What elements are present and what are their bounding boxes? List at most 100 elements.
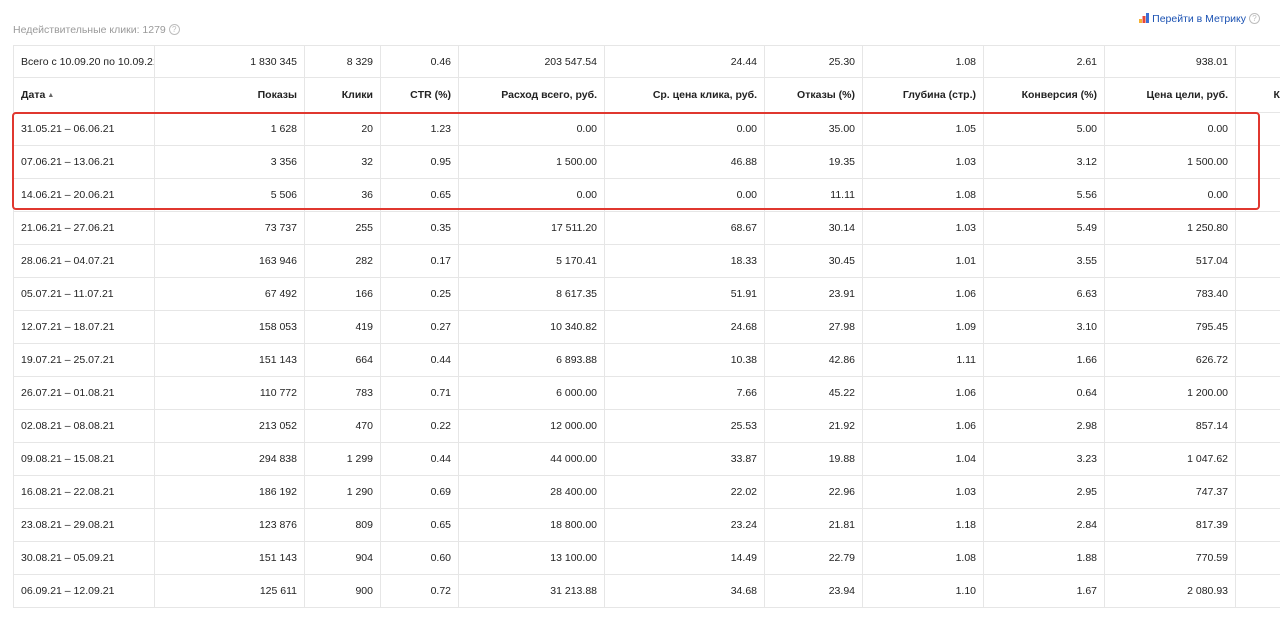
total-cell: 217 xyxy=(1235,45,1280,78)
table-cell: 28 400.00 xyxy=(458,475,605,509)
question-circle-icon[interactable]: ? xyxy=(1249,13,1260,24)
table-cell: 16.08.21 – 22.08.21 xyxy=(13,475,155,509)
column-header-label[interactable]: Дата xyxy=(21,89,45,101)
table-cell: 110 772 xyxy=(154,376,305,410)
column-header-label[interactable]: Конверсия (%) xyxy=(1022,89,1097,101)
total-cell: 1.08 xyxy=(862,45,984,78)
table-cell: 900 xyxy=(304,574,381,608)
table-cell: 32 xyxy=(304,145,381,179)
table-cell: 10 xyxy=(1235,244,1280,278)
table-cell: 1.10 xyxy=(862,574,984,608)
table-cell: 21.81 xyxy=(764,508,863,542)
column-header-label[interactable]: Ср. цена клика, руб. xyxy=(653,89,757,101)
table-cell: 18.33 xyxy=(604,244,765,278)
table-cell: 30.45 xyxy=(764,244,863,278)
question-circle-icon[interactable]: ? xyxy=(168,24,180,35)
column-header[interactable]: Расход всего, руб. xyxy=(458,77,605,113)
table-cell: 0.00 xyxy=(604,178,765,212)
table-row: 09.08.21 – 15.08.21 294 838 1 299 0.44 44 00… xyxy=(13,442,1280,476)
table-cell: 28.06.21 – 04.07.21 xyxy=(13,244,155,278)
column-header[interactable]: Отказы (%) xyxy=(764,77,863,113)
table-cell: 0.27 xyxy=(380,310,459,344)
column-header[interactable]: Показы xyxy=(154,77,305,113)
table-cell: 0.00 xyxy=(604,112,765,146)
table-cell: 1 628 xyxy=(154,112,305,146)
table-cell: 3 356 xyxy=(154,145,305,179)
table-cell: 5 506 xyxy=(154,178,305,212)
table-row: 12.07.21 – 18.07.21 158 053 419 0.27 10 340.… xyxy=(13,310,1280,344)
column-header-label[interactable]: Цена цели, руб. xyxy=(1146,89,1228,101)
table-cell: 0.35 xyxy=(380,211,459,245)
table-cell: 5.56 xyxy=(983,178,1105,212)
total-cell: 0.46 xyxy=(380,45,459,78)
total-row: Всего с 10.09.20 по 10.09.21 1 830 345 8 3… xyxy=(13,45,1280,78)
column-header[interactable]: Конверсии xyxy=(1235,77,1280,113)
table-cell: 294 838 xyxy=(154,442,305,476)
table-cell: 36 xyxy=(304,178,381,212)
sort-ascending-icon[interactable]: ▲ xyxy=(47,92,54,99)
table-cell: 07.06.21 – 13.06.21 xyxy=(13,145,155,179)
table-cell: 13 xyxy=(1235,310,1280,344)
table-row: 30.08.21 – 05.09.21 151 143 904 0.60 13 100.… xyxy=(13,541,1280,575)
column-header[interactable]: Ср. цена клика, руб. xyxy=(604,77,765,113)
table-cell: 470 xyxy=(304,409,381,443)
table-cell: 0.00 xyxy=(458,178,605,212)
metrika-link-label[interactable]: Перейти в Метрику xyxy=(1152,13,1246,25)
column-header[interactable]: Дата ▲ xyxy=(13,77,155,113)
table-cell: 14.06.21 – 20.06.21 xyxy=(13,178,155,212)
table-cell: 0.71 xyxy=(380,376,459,410)
table-cell: 1.03 xyxy=(862,145,984,179)
table-cell: 7.66 xyxy=(604,376,765,410)
table-cell: 22.96 xyxy=(764,475,863,509)
table-row: 16.08.21 – 22.08.21 186 192 1 290 0.69 28 40… xyxy=(13,475,1280,509)
table-cell: 35.00 xyxy=(764,112,863,146)
table-cell: 125 611 xyxy=(154,574,305,608)
table-cell: 02.08.21 – 08.08.21 xyxy=(13,409,155,443)
table-cell: 0.25 xyxy=(380,277,459,311)
table-cell: 21.06.21 – 27.06.21 xyxy=(13,211,155,245)
table-cell: 30.14 xyxy=(764,211,863,245)
table-cell: 1.18 xyxy=(862,508,984,542)
table-cell: 817.39 xyxy=(1104,508,1236,542)
table-cell: 10.38 xyxy=(604,343,765,377)
column-header[interactable]: Конверсия (%) xyxy=(983,77,1105,113)
table-cell: 795.45 xyxy=(1104,310,1236,344)
table-cell: 1.03 xyxy=(862,211,984,245)
metrika-logo-icon xyxy=(1139,13,1150,23)
column-header-label[interactable]: Конверсии xyxy=(1274,89,1280,101)
table-cell: 14.49 xyxy=(604,541,765,575)
column-header[interactable]: Клики xyxy=(304,77,381,113)
table-cell: 6 893.88 xyxy=(458,343,605,377)
column-header-label[interactable]: CTR (%) xyxy=(410,89,451,101)
table-cell: 0.69 xyxy=(380,475,459,509)
column-header[interactable]: Цена цели, руб. xyxy=(1104,77,1236,113)
table-cell: 15 xyxy=(1235,574,1280,608)
column-header-label[interactable]: Показы xyxy=(258,89,297,101)
table-cell: 17 xyxy=(1235,541,1280,575)
metrika-link[interactable]: Перейти в Метрику? xyxy=(1139,13,1260,25)
table-cell: 1.03 xyxy=(862,475,984,509)
table-cell: 213 052 xyxy=(154,409,305,443)
total-cell: 24.44 xyxy=(604,45,765,78)
table-cell: 3.23 xyxy=(983,442,1105,476)
table-cell: 186 192 xyxy=(154,475,305,509)
table-cell: 626.72 xyxy=(1104,343,1236,377)
table-cell: 17 511.20 xyxy=(458,211,605,245)
table-cell: 158 053 xyxy=(154,310,305,344)
table-cell: 11 xyxy=(1235,277,1280,311)
table-cell: 0.64 xyxy=(983,376,1105,410)
column-header-label[interactable]: Клики xyxy=(342,89,373,101)
table-cell: 22.79 xyxy=(764,541,863,575)
column-header-label[interactable]: Отказы (%) xyxy=(797,89,855,101)
column-header-label[interactable]: Расход всего, руб. xyxy=(501,89,597,101)
column-header[interactable]: Глубина (стр.) xyxy=(862,77,984,113)
table-cell: 33.87 xyxy=(604,442,765,476)
table-cell: 770.59 xyxy=(1104,541,1236,575)
table-cell: 0.44 xyxy=(380,442,459,476)
table-cell: 255 xyxy=(304,211,381,245)
table-cell: 809 xyxy=(304,508,381,542)
table-cell: 23.94 xyxy=(764,574,863,608)
header-row: Дата ▲ Показы Клики CTR (%) Расход всего, руб… xyxy=(13,77,1280,113)
column-header-label[interactable]: Глубина (стр.) xyxy=(903,89,976,101)
column-header[interactable]: CTR (%) xyxy=(380,77,459,113)
